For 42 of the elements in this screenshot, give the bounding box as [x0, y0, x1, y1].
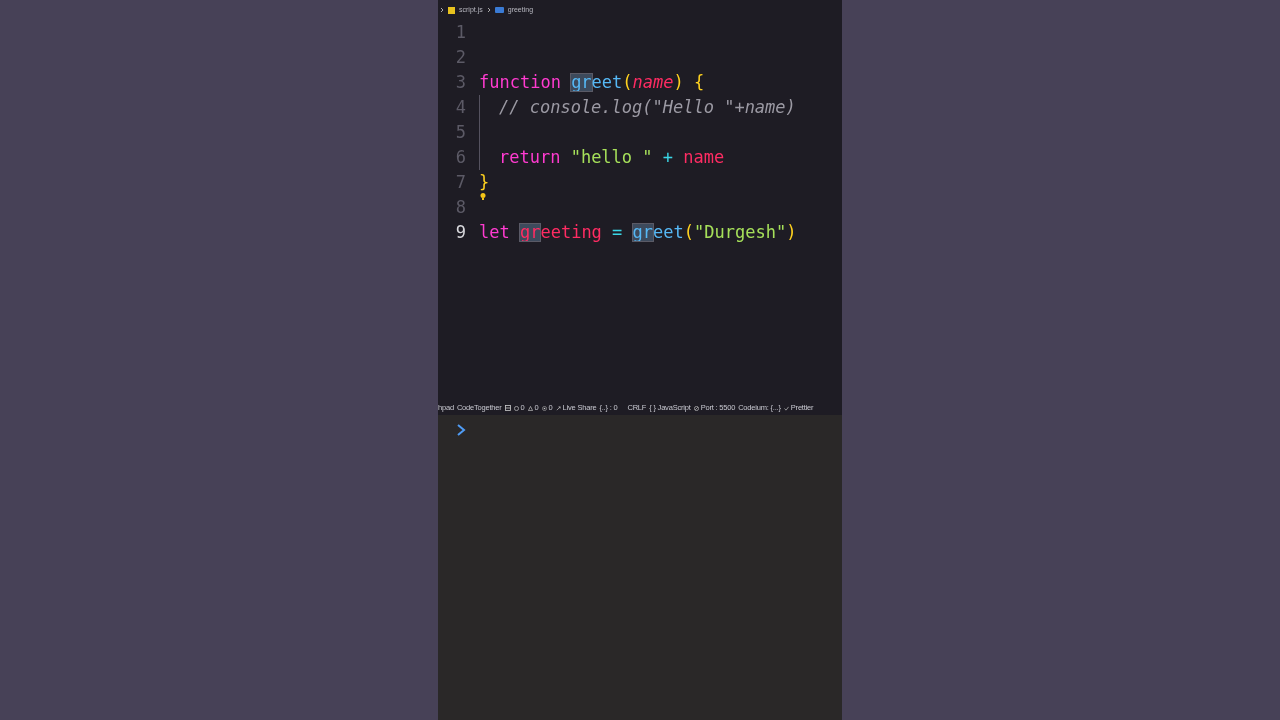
line-number: 6	[454, 149, 466, 166]
lightbulb-icon[interactable]	[480, 193, 486, 200]
line-number: 2	[454, 49, 466, 66]
chevron-icon	[440, 7, 444, 13]
line-number: 7	[454, 174, 466, 191]
code-token: gr	[571, 74, 592, 91]
line-number: 1	[454, 24, 466, 41]
code-token: "hello "	[570, 149, 654, 166]
code-token: eeting	[540, 224, 603, 241]
code-token: function	[479, 74, 562, 91]
line-number: 9	[454, 224, 466, 241]
variable-icon	[494, 7, 504, 13]
line-number: 3	[454, 74, 466, 91]
code-token: "Durgesh"	[694, 224, 787, 241]
code-token: =	[612, 224, 624, 241]
code-token: eet	[653, 224, 684, 241]
code-token: let	[479, 224, 511, 241]
code-token: (	[683, 224, 695, 241]
code-token: )	[786, 224, 797, 241]
broadcast-icon	[541, 405, 547, 411]
line-number: 5	[454, 124, 466, 141]
code-token: +	[662, 149, 675, 166]
layout-icon[interactable]	[504, 405, 511, 411]
share-icon	[555, 405, 561, 411]
code-token: (	[622, 74, 633, 91]
check-icon	[783, 405, 789, 411]
code-token: {	[694, 74, 705, 91]
line-number: 8	[454, 199, 466, 216]
chevron-icon	[486, 7, 491, 13]
code-comment: // console.log("Hello "+name)	[499, 99, 796, 116]
line-number: 4	[454, 99, 466, 116]
code-token: eet	[591, 74, 623, 91]
chevron-icon	[456, 423, 466, 437]
warning-icon	[527, 405, 533, 411]
code-token: name	[683, 149, 725, 166]
code-token: )	[673, 74, 685, 91]
error-icon	[513, 405, 519, 411]
js-file-icon	[448, 6, 455, 14]
code-token: name	[632, 74, 674, 91]
code-token: return	[499, 149, 562, 166]
signal-icon	[693, 405, 699, 411]
code-token: }	[479, 174, 490, 191]
